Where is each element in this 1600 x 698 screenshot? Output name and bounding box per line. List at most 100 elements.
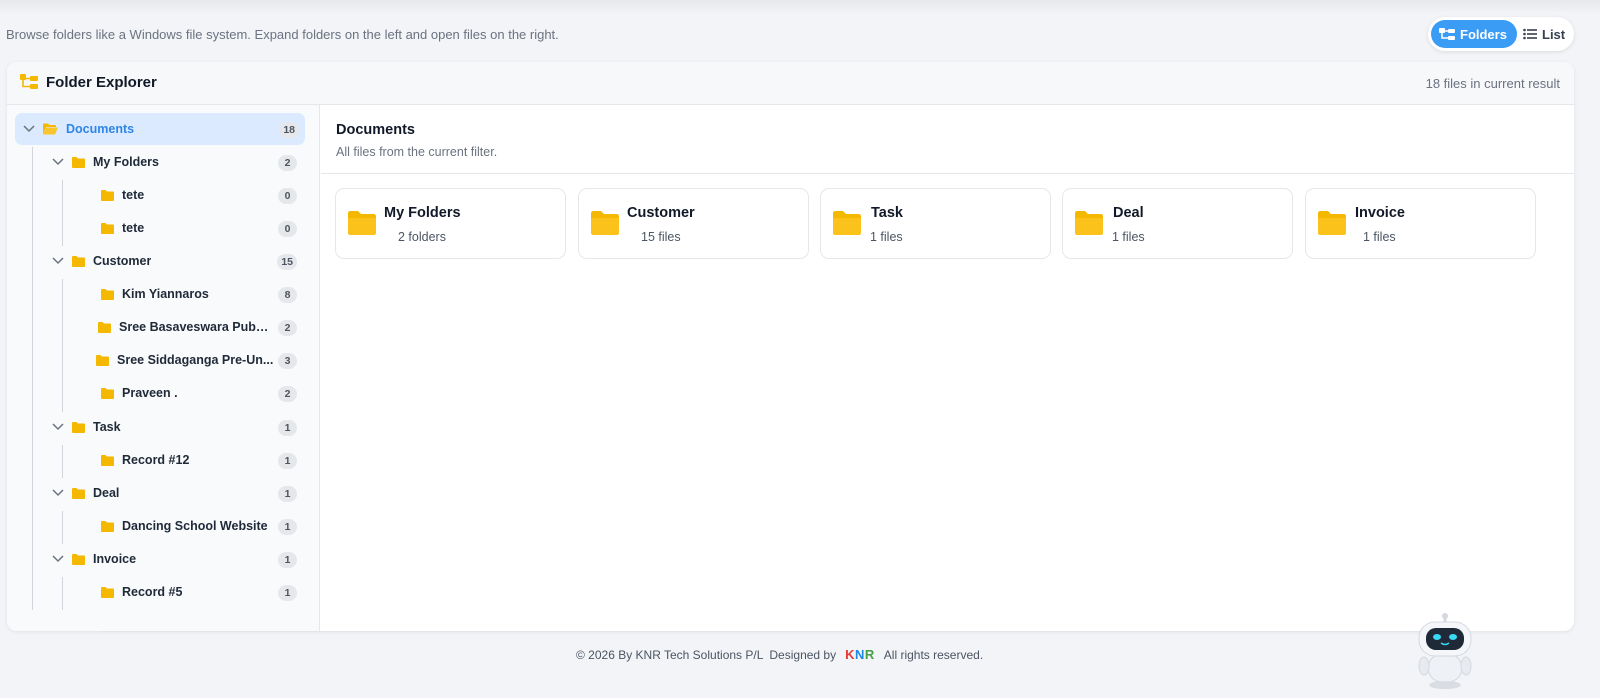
tree-item-record-12[interactable]: Record #12 1 (101, 444, 297, 476)
folder-content: Documents All files from the current fil… (321, 105, 1574, 631)
view-toggle: Folders List (1428, 17, 1574, 51)
card-count: 1 files (870, 230, 903, 244)
count-badge: 2 (278, 386, 297, 402)
card-title: Task (871, 205, 903, 221)
folder-card-deal[interactable]: Deal 1 files (1062, 188, 1293, 259)
count-badge: 1 (278, 552, 297, 568)
footer: © 2026 By KNR Tech Solutions P/L Designe… (576, 647, 983, 662)
tree-item-label: tete (122, 188, 145, 202)
count-badge: 2 (278, 155, 297, 171)
folders-view-label: Folders (1460, 26, 1507, 42)
footer-designed-by: Designed by (769, 647, 837, 662)
card-title: Customer (627, 205, 695, 221)
content-divider (321, 173, 1574, 174)
tree-item-deal[interactable]: Deal 1 (52, 477, 297, 509)
top-shadow (0, 0, 1600, 14)
count-badge: 3 (278, 353, 297, 369)
tree-item-label: Kim Yiannaros (122, 287, 209, 301)
list-view-button[interactable]: List (1517, 20, 1565, 48)
tree-item-tete[interactable]: tete 0 (101, 179, 297, 211)
count-badge: 0 (278, 188, 297, 204)
tree-item-my-folders[interactable]: My Folders 2 (52, 146, 297, 178)
chevron-down-icon[interactable] (52, 257, 64, 265)
card-title: Deal (1113, 205, 1144, 221)
tree-item-label: Task (93, 420, 121, 434)
folder-icon (72, 487, 85, 499)
tree-item-dancing-school-website[interactable]: Dancing School Website 1 (101, 510, 297, 542)
result-count: 18 files in current result (1425, 76, 1560, 91)
folder-card-invoice[interactable]: Invoice 1 files (1305, 188, 1536, 259)
count-badge: 0 (278, 221, 297, 237)
tree-guide-line (62, 445, 63, 478)
chevron-down-icon[interactable] (23, 125, 35, 133)
folder-icon (101, 189, 114, 201)
chevron-down-icon[interactable] (52, 158, 64, 166)
folder-tree: Documents 18 My Folders 2 tete 0 tete 0 … (7, 105, 320, 631)
folder-icon (591, 211, 619, 235)
folder-icon (96, 354, 109, 366)
count-badge: 1 (278, 486, 297, 502)
tree-item-invoice[interactable]: Invoice 1 (52, 543, 297, 575)
logo-letter-k: K (845, 647, 855, 662)
tree-item-sree-siddaganga[interactable]: Sree Siddaganga Pre-Un... 3 (96, 344, 297, 376)
tree-item-label: Record #5 (122, 585, 183, 599)
tree-item-praveen[interactable]: Praveen . 2 (101, 377, 297, 409)
folder-card-my-folders[interactable]: My Folders 2 folders (335, 188, 566, 259)
tree-item-record-5[interactable]: Record #5 1 (101, 576, 297, 608)
folder-icon (348, 211, 376, 235)
tree-item-label: Invoice (93, 552, 137, 566)
folder-open-icon (43, 123, 58, 135)
card-title: My Folders (384, 205, 461, 221)
card-count: 2 folders (398, 230, 446, 244)
card-title: Invoice (1355, 205, 1405, 221)
tree-item-documents[interactable]: Documents 18 (15, 113, 305, 145)
tree-guide-line (62, 577, 63, 610)
folder-icon (101, 288, 114, 300)
knr-logo[interactable]: KNR (845, 647, 875, 662)
robot-assistant-icon[interactable] (1414, 610, 1476, 690)
page-subtitle: Browse folders like a Windows file syste… (6, 27, 559, 42)
tree-item-label: Dancing School Website (122, 519, 268, 533)
count-badge: 1 (278, 420, 297, 436)
tree-item-label: My Folders (93, 155, 159, 169)
folder-icon (833, 211, 861, 235)
footer-copyright: © 2026 By KNR Tech Solutions P/L (576, 647, 764, 662)
footer-rights: All rights reserved. (883, 647, 984, 662)
tree-item-label: Sree Basaveswara Publi... (119, 320, 271, 334)
chevron-down-icon[interactable] (52, 489, 64, 497)
folder-icon (1318, 211, 1346, 235)
folder-icon (1075, 211, 1103, 235)
footer-divider (100, 631, 1470, 632)
chevron-down-icon[interactable] (52, 423, 64, 431)
count-badge: 8 (278, 287, 297, 303)
folder-tree-icon (1439, 27, 1455, 40)
folder-card-task[interactable]: Task 1 files (820, 188, 1051, 259)
folder-icon (72, 255, 85, 267)
card-count: 1 files (1363, 230, 1396, 244)
logo-letter-n: N (855, 647, 865, 662)
tree-item-sree-basaveswara[interactable]: Sree Basaveswara Publi... 2 (98, 311, 297, 343)
tree-guide-line (62, 511, 63, 544)
folder-icon (72, 553, 85, 565)
tree-item-customer[interactable]: Customer 15 (52, 245, 297, 277)
tree-item-label: Praveen . (122, 386, 178, 400)
folders-view-button[interactable]: Folders (1431, 20, 1517, 48)
tree-item-label: tete (122, 221, 145, 235)
chevron-down-icon[interactable] (52, 555, 64, 563)
tree-guide-line (62, 180, 63, 246)
folder-icon (72, 156, 85, 168)
tree-item-kim-yiannaros[interactable]: Kim Yiannaros 8 (101, 278, 297, 310)
folder-card-customer[interactable]: Customer 15 files (578, 188, 809, 259)
tree-item-label: Sree Siddaganga Pre-Un... (117, 353, 274, 367)
folder-icon (101, 222, 114, 234)
count-badge: 1 (278, 453, 297, 469)
count-badge: 18 (279, 122, 299, 138)
card-count: 15 files (641, 230, 681, 244)
tree-item-label: Customer (93, 254, 152, 268)
list-icon (1523, 28, 1537, 40)
panel-title: Folder Explorer (46, 74, 157, 91)
tree-item-task[interactable]: Task 1 (52, 411, 297, 443)
count-badge: 2 (278, 320, 297, 336)
count-badge: 15 (277, 254, 297, 270)
tree-item-tete[interactable]: tete 0 (101, 212, 297, 244)
